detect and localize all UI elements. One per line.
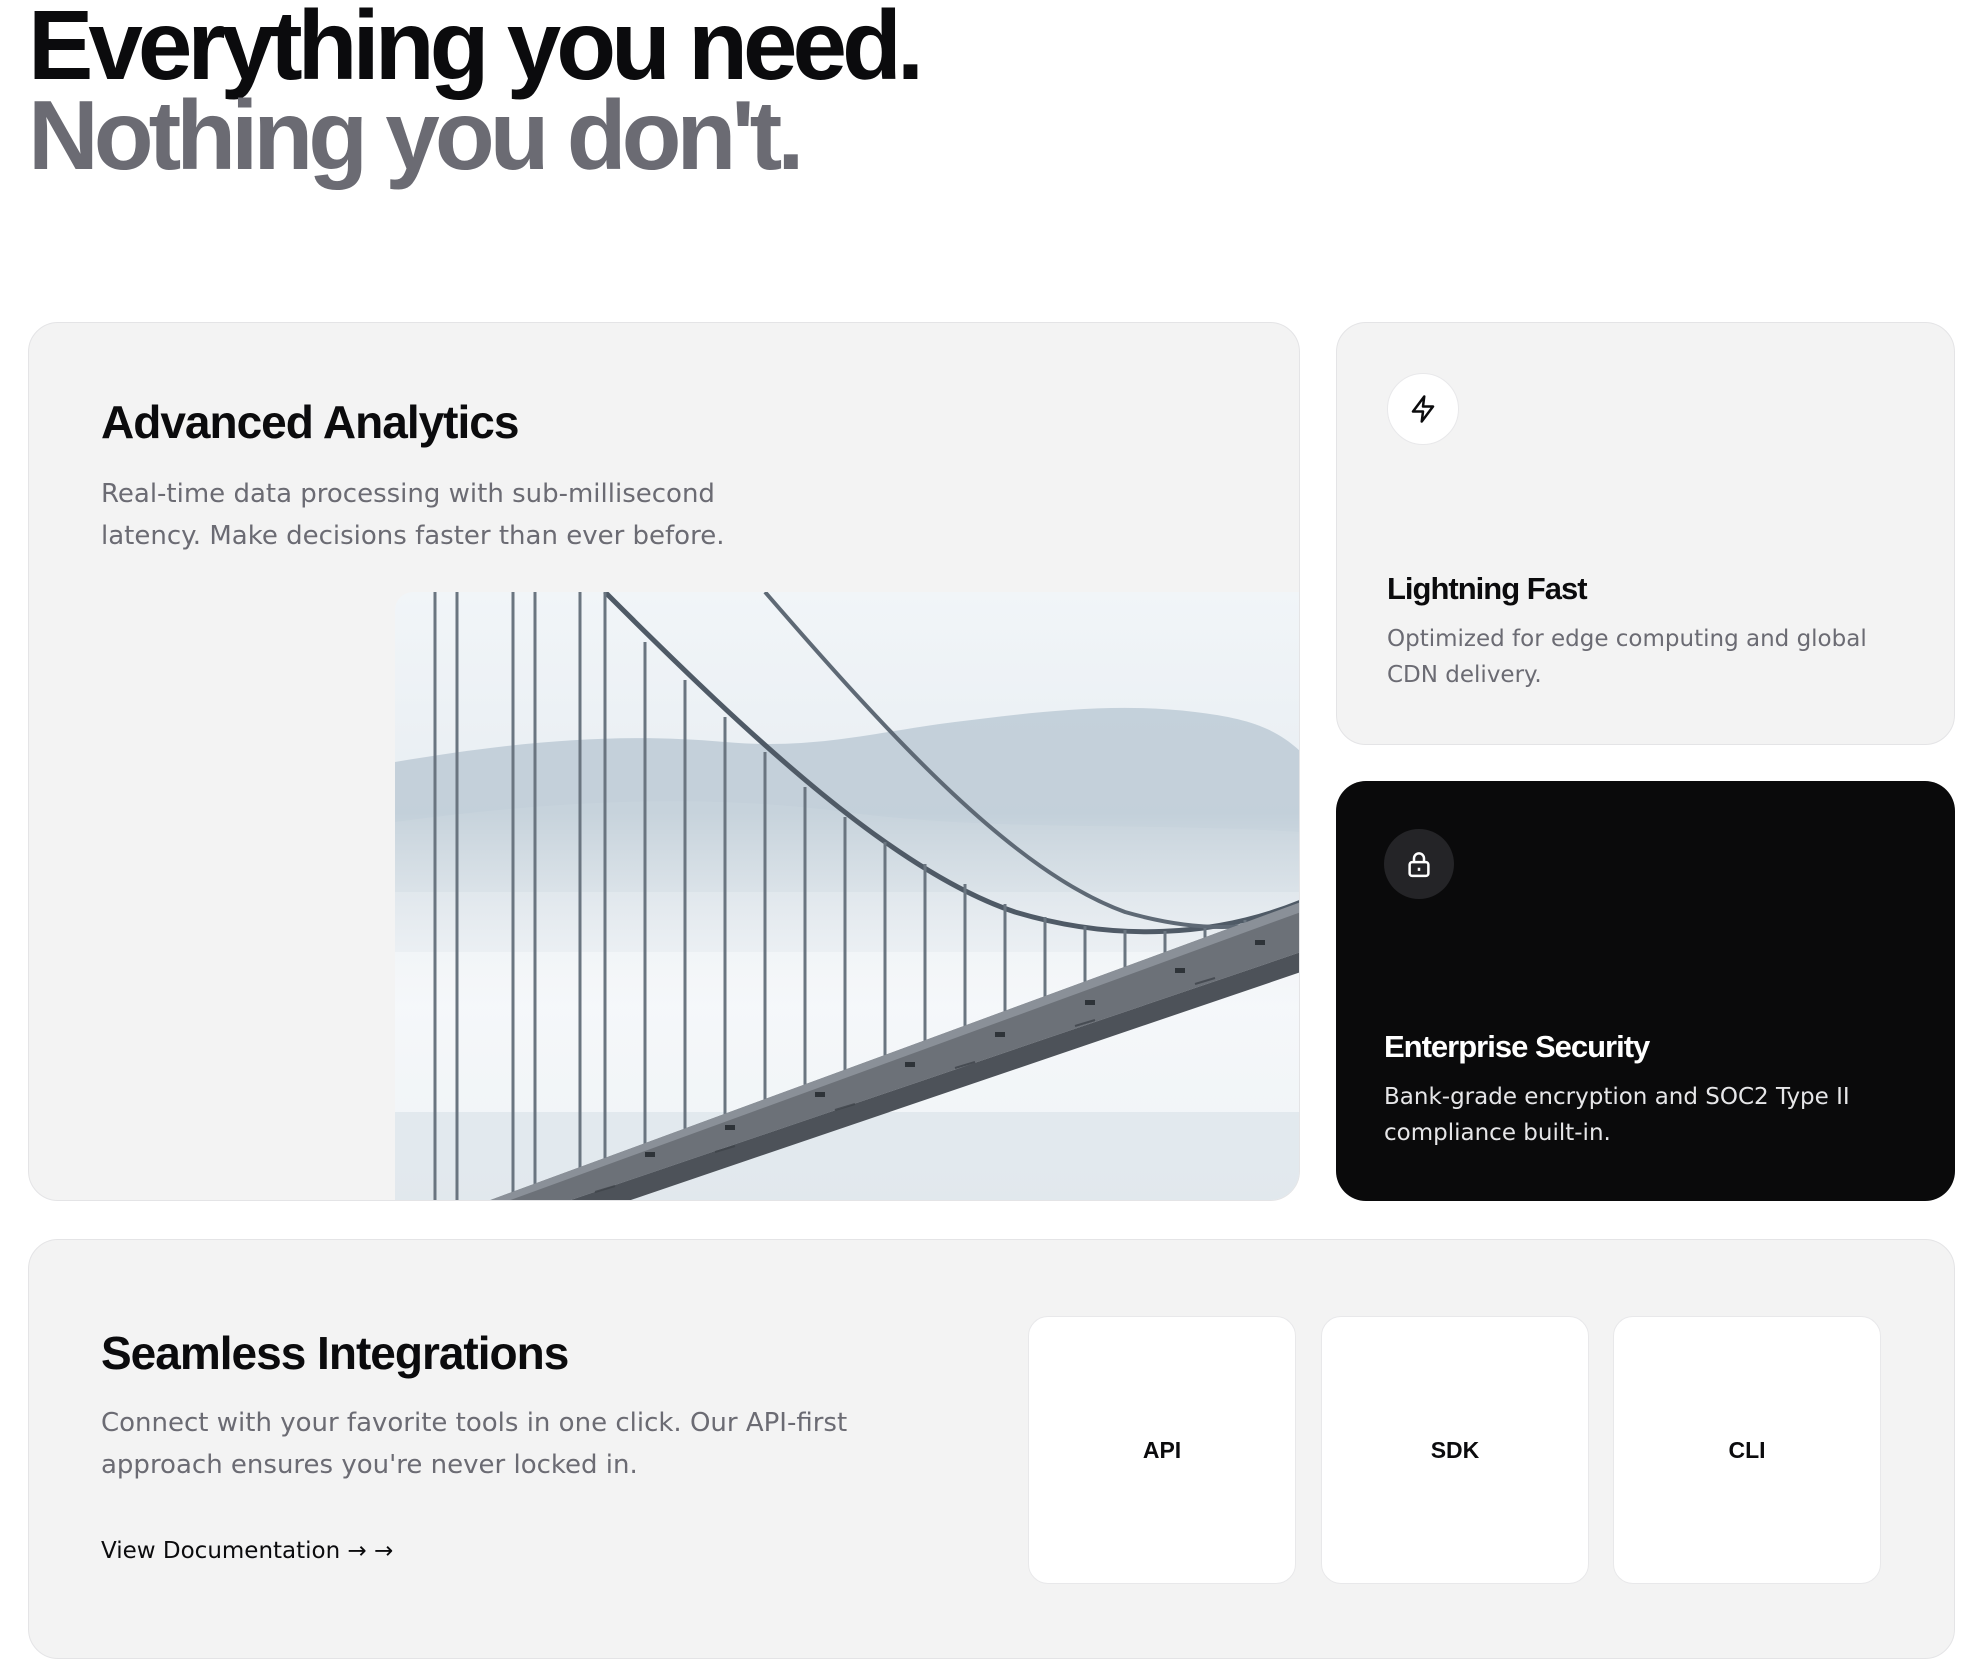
lightning-fast-description: Optimized for edge computing and global … [1387,626,1867,688]
page-title: Everything you need. Nothing you don't. [28,0,924,190]
lightning-fast-card: Lightning Fast Optimized for edge comput… [1336,322,1955,745]
analytics-title: Advanced Analytics [101,396,519,448]
lock-icon [1384,829,1454,899]
lightning-fast-title: Lightning Fast [1387,571,1588,606]
integration-tile-sdk[interactable]: SDK [1321,1316,1589,1584]
hero-heading: Everything you need. Nothing you don't. [28,0,924,190]
enterprise-security-title: Enterprise Security [1384,1029,1650,1064]
bridge-image [395,592,1299,1200]
view-documentation-link[interactable]: View Documentation → → [101,1538,393,1564]
integration-tile-cli[interactable]: CLI [1613,1316,1881,1584]
lightning-icon [1387,373,1459,445]
integration-tile-api[interactable]: API [1028,1316,1296,1584]
integrations-description: Connect with your favorite tools in one … [101,1408,848,1480]
enterprise-security-card: Enterprise Security Bank-grade encryptio… [1336,781,1955,1201]
integrations-title: Seamless Integrations [101,1327,569,1379]
enterprise-security-description: Bank-grade encryption and SOC2 Type II c… [1384,1084,1850,1146]
analytics-card: Advanced Analytics Real-time data proces… [28,322,1300,1201]
headline-line-1: Everything you need. [28,0,924,100]
integrations-card: Seamless Integrations Connect with your … [28,1239,1955,1659]
headline-line-2: Nothing you don't. [28,80,805,190]
analytics-description: Real-time data processing with sub-milli… [101,479,725,551]
